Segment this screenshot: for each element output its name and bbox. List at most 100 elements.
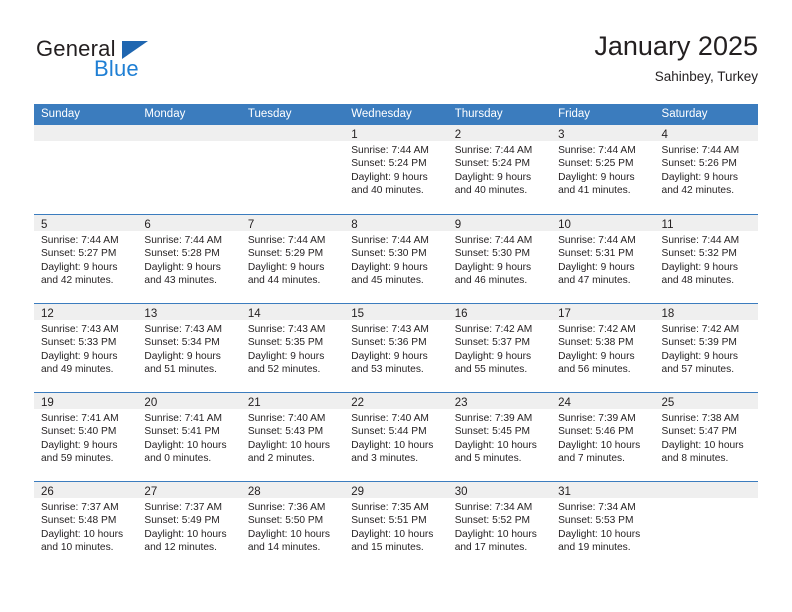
day-detail-line: Sunset: 5:38 PM bbox=[558, 337, 634, 349]
day-detail-line: Daylight: 9 hours bbox=[454, 261, 532, 273]
day-detail-line: and 56 minutes. bbox=[558, 364, 631, 376]
day-detail-line: Sunrise: 7:35 AM bbox=[351, 502, 429, 513]
day-detail-line: Sunset: 5:24 PM bbox=[454, 158, 531, 170]
day-detail-line: Daylight: 9 hours bbox=[247, 261, 325, 273]
day-detail-line: Sunset: 5:47 PM bbox=[661, 426, 737, 438]
day-detail-line: and 57 minutes. bbox=[661, 364, 735, 376]
day-detail-line: Daylight: 9 hours bbox=[558, 350, 635, 362]
calendar-day-cell[interactable]: 27 Sunrise: 7:37 AM Sunset: 5:49 PM Dayligh… bbox=[137, 482, 241, 570]
calendar-day-cell[interactable]: 5 Sunrise: 7:44 AM Sunset: 5:27 PM Daylight… bbox=[34, 215, 138, 303]
day-detail-line: Sunset: 5:24 PM bbox=[351, 158, 427, 170]
day-number: 13 bbox=[144, 308, 158, 320]
day-number: 20 bbox=[144, 397, 158, 409]
calendar-day-cell[interactable]: 25 Sunrise: 7:38 AM Sunset: 5:47 PM Dayligh… bbox=[654, 393, 758, 481]
day-detail-line: Sunset: 5:39 PM bbox=[661, 337, 737, 349]
calendar-day-cell[interactable]: 8 Sunrise: 7:44 AM Sunset: 5:30 PM Daylight… bbox=[344, 215, 448, 303]
calendar-day-cell[interactable]: 6 Sunrise: 7:44 AM Sunset: 5:28 PM Daylight… bbox=[137, 215, 241, 303]
day-details: Sunrise: 7:34 AM Sunset: 5:53 PM Daylight:… bbox=[551, 498, 654, 555]
day-detail-line: Daylight: 10 hours bbox=[144, 528, 227, 540]
day-detail-line: Daylight: 10 hours bbox=[247, 528, 330, 540]
day-number-bar: 17 bbox=[551, 304, 655, 320]
day-number: 15 bbox=[351, 308, 365, 320]
calendar-week-row: 1 Sunrise: 7:44 AM Sunset: 5:24 PM Daylight… bbox=[34, 125, 758, 214]
day-detail-line: Sunset: 5:28 PM bbox=[144, 248, 220, 260]
calendar-day-cell[interactable]: 1 Sunrise: 7:44 AM Sunset: 5:24 PM Daylight… bbox=[344, 125, 448, 214]
day-number-bar: 11 bbox=[654, 215, 758, 231]
day-detail-line: Sunrise: 7:44 AM bbox=[454, 145, 533, 156]
day-detail-line: Sunrise: 7:43 AM bbox=[41, 324, 119, 335]
day-detail-line: Daylight: 9 hours bbox=[144, 261, 221, 273]
day-number: 25 bbox=[661, 397, 675, 409]
day-details: Sunrise: 7:37 AM Sunset: 5:48 PM Daylight:… bbox=[34, 498, 137, 555]
calendar-day-cell[interactable]: 20 Sunrise: 7:41 AM Sunset: 5:41 PM Dayligh… bbox=[137, 393, 241, 481]
day-detail-line: and 49 minutes. bbox=[41, 364, 114, 376]
day-detail-line: Daylight: 10 hours bbox=[351, 439, 434, 451]
calendar-day-cell[interactable]: 29 Sunrise: 7:35 AM Sunset: 5:51 PM Dayligh… bbox=[344, 482, 448, 570]
day-detail-line: Sunset: 5:49 PM bbox=[144, 515, 220, 527]
day-detail-line: and 41 minutes. bbox=[558, 185, 631, 197]
calendar-day-cell[interactable]: 13 Sunrise: 7:43 AM Sunset: 5:34 PM Dayligh… bbox=[137, 304, 241, 392]
day-details: Sunrise: 7:42 AM Sunset: 5:39 PM Daylight:… bbox=[655, 320, 758, 377]
day-detail-line: Daylight: 9 hours bbox=[41, 439, 118, 451]
calendar-day-cell[interactable]: 26 Sunrise: 7:37 AM Sunset: 5:48 PM Dayligh… bbox=[34, 482, 138, 570]
calendar-day-cell[interactable]: 28 Sunrise: 7:36 AM Sunset: 5:50 PM Dayligh… bbox=[240, 482, 345, 570]
calendar-day-cell[interactable]: 10 Sunrise: 7:44 AM Sunset: 5:31 PM Dayligh… bbox=[551, 215, 655, 303]
day-number-bar: 21 bbox=[240, 393, 345, 409]
calendar-day-cell[interactable]: 30 Sunrise: 7:34 AM Sunset: 5:52 PM Dayligh… bbox=[447, 482, 552, 570]
calendar-day-cell[interactable]: 14 Sunrise: 7:43 AM Sunset: 5:35 PM Dayligh… bbox=[240, 304, 345, 392]
day-detail-line: Daylight: 10 hours bbox=[41, 528, 124, 540]
calendar-day-cell[interactable]: 18 Sunrise: 7:42 AM Sunset: 5:39 PM Dayligh… bbox=[654, 304, 758, 392]
day-number-bar: 26 bbox=[34, 482, 138, 498]
day-detail-line: Sunset: 5:25 PM bbox=[558, 158, 634, 170]
day-detail-line: Daylight: 9 hours bbox=[558, 171, 635, 183]
day-detail-line: Sunset: 5:26 PM bbox=[661, 158, 737, 170]
page-subtitle: Sahinbey, Turkey bbox=[654, 69, 758, 84]
calendar-day-cell[interactable]: 7 Sunrise: 7:44 AM Sunset: 5:29 PM Daylight… bbox=[240, 215, 345, 303]
day-details bbox=[655, 498, 758, 501]
day-number-bar: 31 bbox=[551, 482, 655, 498]
brand-logo[interactable]: General Blue bbox=[36, 36, 236, 86]
calendar-day-cell[interactable]: 17 Sunrise: 7:42 AM Sunset: 5:38 PM Dayligh… bbox=[551, 304, 655, 392]
calendar-day-cell[interactable]: 21 Sunrise: 7:40 AM Sunset: 5:43 PM Dayligh… bbox=[240, 393, 345, 481]
calendar-day-cell[interactable]: 9 Sunrise: 7:44 AM Sunset: 5:30 PM Daylight… bbox=[447, 215, 552, 303]
day-detail-line: Daylight: 9 hours bbox=[454, 350, 532, 362]
calendar-day-cell[interactable]: 24 Sunrise: 7:39 AM Sunset: 5:46 PM Dayligh… bbox=[551, 393, 655, 481]
calendar-day-cell[interactable]: 11 Sunrise: 7:44 AM Sunset: 5:32 PM Dayligh… bbox=[654, 215, 758, 303]
day-number: 6 bbox=[144, 219, 151, 231]
calendar-day-cell[interactable]: 15 Sunrise: 7:43 AM Sunset: 5:36 PM Dayligh… bbox=[344, 304, 448, 392]
day-number: 3 bbox=[558, 129, 565, 141]
calendar-day-cell[interactable]: 4 Sunrise: 7:44 AM Sunset: 5:26 PM Daylight… bbox=[654, 125, 758, 214]
day-number: 30 bbox=[454, 486, 468, 498]
day-details: Sunrise: 7:44 AM Sunset: 5:29 PM Daylight:… bbox=[241, 231, 344, 288]
day-detail-line: and 47 minutes. bbox=[558, 275, 631, 287]
day-number: 19 bbox=[41, 397, 54, 409]
day-detail-line: and 17 minutes. bbox=[454, 542, 528, 554]
day-detail-line: Sunrise: 7:44 AM bbox=[41, 235, 119, 246]
day-detail-line: Sunrise: 7:42 AM bbox=[454, 324, 533, 335]
day-number: 24 bbox=[558, 397, 571, 409]
day-detail-line: Sunrise: 7:44 AM bbox=[661, 235, 740, 246]
day-detail-line: Sunset: 5:43 PM bbox=[247, 426, 324, 438]
calendar-day-cell[interactable]: 3 Sunrise: 7:44 AM Sunset: 5:25 PM Daylight… bbox=[551, 125, 655, 214]
calendar-day-cell[interactable]: 31 Sunrise: 7:34 AM Sunset: 5:53 PM Dayligh… bbox=[551, 482, 655, 570]
day-detail-line: and 5 minutes. bbox=[454, 453, 522, 465]
day-detail-line: and 43 minutes. bbox=[144, 275, 217, 287]
calendar-day-cell[interactable]: 2 Sunrise: 7:44 AM Sunset: 5:24 PM Daylight… bbox=[447, 125, 552, 214]
day-details: Sunrise: 7:38 AM Sunset: 5:47 PM Daylight:… bbox=[655, 409, 758, 466]
day-detail-line: Daylight: 9 hours bbox=[351, 171, 428, 183]
day-number-bar: 7 bbox=[240, 215, 345, 231]
day-number-bar: 16 bbox=[447, 304, 552, 320]
calendar-day-cell[interactable]: 19 Sunrise: 7:41 AM Sunset: 5:40 PM Dayligh… bbox=[34, 393, 138, 481]
day-number-bar: 18 bbox=[654, 304, 758, 320]
day-number: 2 bbox=[454, 129, 462, 141]
day-detail-line: and 2 minutes. bbox=[247, 453, 315, 465]
day-details: Sunrise: 7:35 AM Sunset: 5:51 PM Daylight:… bbox=[344, 498, 447, 555]
calendar-day-cell[interactable]: 23 Sunrise: 7:39 AM Sunset: 5:45 PM Dayligh… bbox=[447, 393, 552, 481]
calendar-day-cell[interactable]: 16 Sunrise: 7:42 AM Sunset: 5:37 PM Dayligh… bbox=[447, 304, 552, 392]
day-number: 17 bbox=[558, 308, 571, 320]
day-details: Sunrise: 7:43 AM Sunset: 5:35 PM Daylight:… bbox=[241, 320, 344, 377]
calendar-day-cell[interactable]: 12 Sunrise: 7:43 AM Sunset: 5:33 PM Dayligh… bbox=[34, 304, 138, 392]
day-detail-line: and 44 minutes. bbox=[247, 275, 321, 287]
day-number-bar: 19 bbox=[34, 393, 138, 409]
calendar-day-cell[interactable]: 22 Sunrise: 7:40 AM Sunset: 5:44 PM Dayligh… bbox=[344, 393, 448, 481]
